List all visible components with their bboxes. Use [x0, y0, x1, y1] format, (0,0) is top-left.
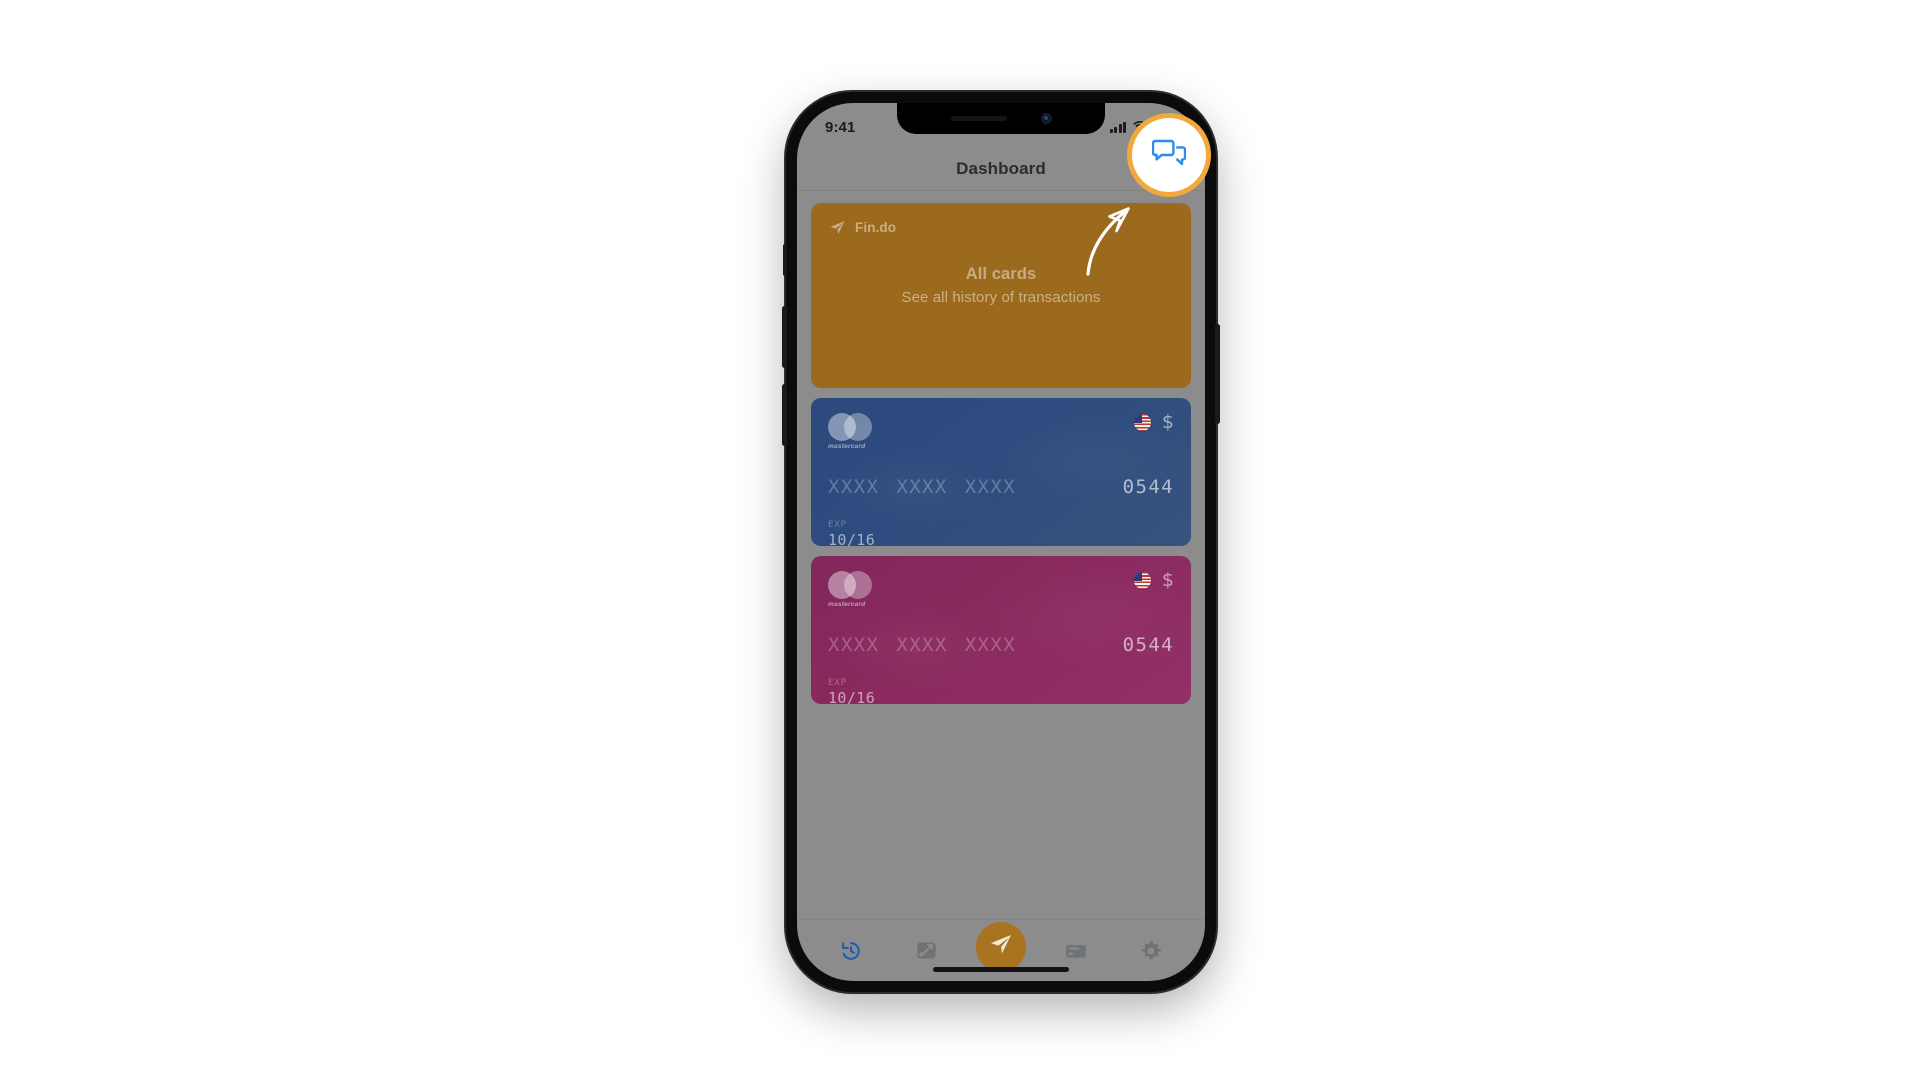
card-expiry: EXP 10/16 [828, 520, 1174, 546]
card-number: XXXX XXXX XXXX 0544 [828, 634, 1174, 656]
card-number-group: XXXX [828, 476, 880, 498]
currency-symbol: $ [1161, 569, 1174, 591]
card-header: mastercard $ [828, 413, 1174, 450]
bank-card[interactable]: mastercard $ XXXX XXXX XXXX 0544 EXP 10/… [811, 398, 1191, 546]
expiry-label: EXP [828, 520, 847, 530]
card-number: XXXX XXXX XXXX 0544 [828, 476, 1174, 498]
promo-subtitle: See all history of transactions [901, 289, 1101, 306]
mastercard-logo: mastercard [828, 571, 882, 608]
tab-send-money-button[interactable] [975, 921, 1026, 972]
expiry-value: 10/16 [828, 689, 876, 704]
screenshot-stage: 9:41 Dashboard Fin.do All cards See all … [0, 0, 1920, 1080]
mastercard-wordmark: mastercard [828, 443, 866, 450]
expiry-value: 10/16 [828, 531, 876, 546]
mute-switch-button[interactable] [783, 244, 787, 276]
card-number-group: XXXX [828, 634, 880, 656]
send-paper-plane-icon [989, 932, 1013, 961]
card-expiry: EXP 10/16 [828, 678, 1174, 704]
card-number-group: XXXX [896, 634, 948, 656]
tab-history[interactable] [825, 928, 877, 974]
history-clock-icon [839, 939, 863, 963]
us-flag-icon [1133, 414, 1151, 431]
currency-symbol: $ [1161, 411, 1174, 433]
card-number-group: XXXX [964, 476, 1017, 498]
volume-up-button[interactable] [782, 306, 787, 368]
chat-bubbles-icon[interactable] [1151, 138, 1187, 173]
bank-card[interactable]: mastercard $ XXXX XXXX XXXX 0544 EXP 10/… [811, 556, 1191, 704]
curved-arrow-icon [1086, 207, 1130, 276]
highlight-ring-chat-button[interactable] [1132, 118, 1206, 192]
front-camera-icon [1040, 113, 1052, 124]
mastercard-logo: mastercard [828, 413, 882, 450]
phone-bezel: 9:41 Dashboard Fin.do All cards See all … [797, 103, 1205, 981]
cellular-bars-icon [1109, 121, 1126, 133]
status-bar-time: 9:41 [825, 118, 856, 136]
device-notch [897, 103, 1105, 134]
brand-name: Fin.do [855, 220, 897, 235]
home-indicator [933, 967, 1069, 972]
tab-settings[interactable] [1125, 928, 1177, 974]
phone-device-frame: 9:41 Dashboard Fin.do All cards See all … [782, 92, 1220, 992]
volume-down-button[interactable] [782, 384, 787, 446]
card-last-four: 0544 [1122, 634, 1174, 656]
card-badges: $ [1133, 411, 1174, 433]
card-number-group: XXXX [896, 476, 948, 498]
card-badges: $ [1133, 569, 1174, 591]
paper-plane-icon [829, 219, 846, 236]
card-number-group: XXXX [964, 634, 1017, 656]
credit-card-icon [1064, 939, 1088, 963]
bottom-tab-bar [797, 919, 1205, 981]
gear-icon [1139, 939, 1163, 963]
power-button[interactable] [1215, 324, 1220, 424]
page-title: Dashboard [956, 158, 1046, 178]
earpiece-speaker [950, 116, 1007, 121]
phone-screen: 9:41 Dashboard Fin.do All cards See all … [797, 103, 1205, 981]
expiry-label: EXP [828, 678, 847, 688]
card-last-four: 0544 [1122, 476, 1174, 498]
us-flag-icon [1133, 572, 1151, 589]
exchange-icon [915, 939, 938, 962]
mastercard-wordmark: mastercard [828, 601, 866, 608]
card-header: mastercard $ [828, 571, 1174, 608]
dashboard-content: Fin.do All cards See all history of tran… [797, 191, 1205, 907]
